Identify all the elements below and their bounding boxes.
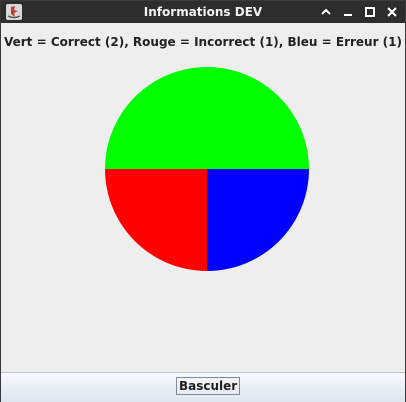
window-controls (317, 1, 401, 23)
pie-slice-vert (105, 67, 309, 169)
minimize-button[interactable] (339, 3, 357, 21)
pie-slice-rouge (105, 169, 207, 271)
maximize-icon (365, 7, 375, 17)
toggle-button[interactable]: Basculer (176, 377, 241, 395)
app-window: Informations DEV Vert = Correct (2), Rou… (0, 0, 406, 402)
minimize-icon (344, 14, 352, 16)
maximize-button[interactable] (361, 3, 379, 21)
pie-slice-bleu (207, 169, 309, 271)
button-bar: Basculer (1, 372, 405, 402)
title-bar[interactable]: Informations DEV (1, 1, 405, 23)
chart-panel: Vert = Correct (2), Rouge = Incorrect (1… (1, 23, 405, 371)
close-icon (387, 7, 397, 17)
pie-chart (105, 67, 309, 271)
collapse-button[interactable] (317, 3, 335, 21)
chevron-up-icon (321, 8, 331, 15)
close-button[interactable] (383, 3, 401, 21)
